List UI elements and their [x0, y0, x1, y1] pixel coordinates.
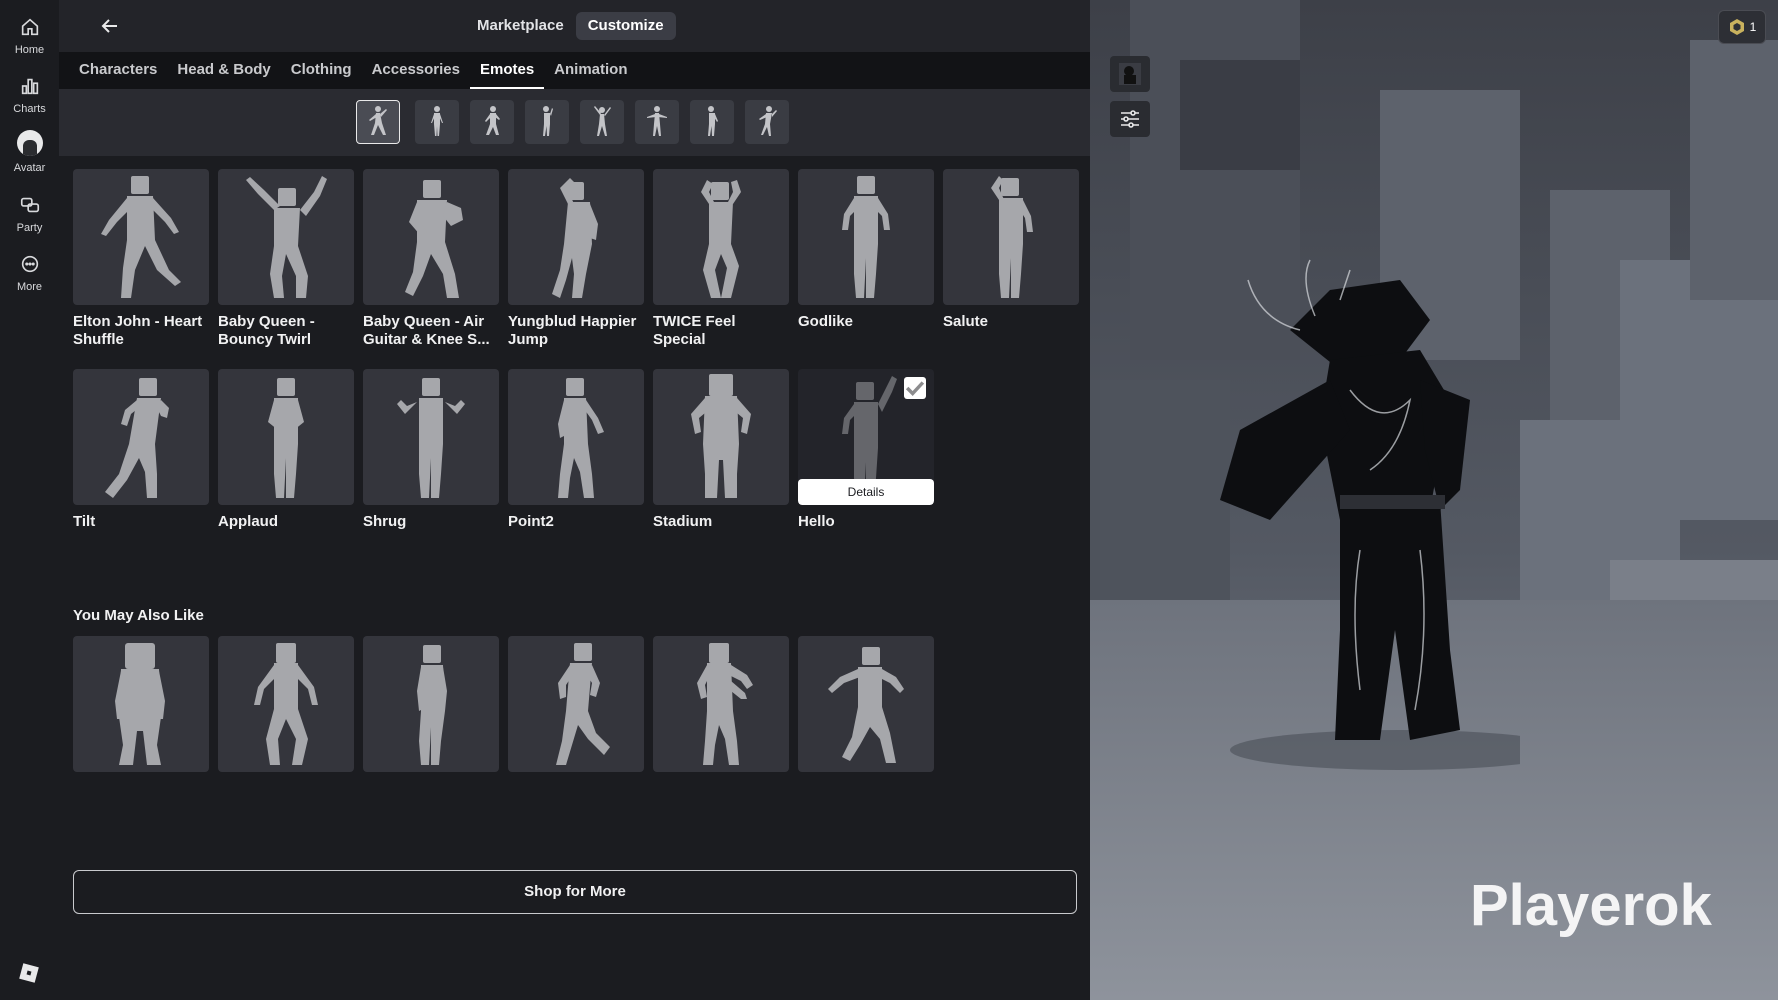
recommended-tile[interactable] [798, 636, 934, 772]
settings-sliders-button[interactable] [1110, 101, 1150, 137]
emote-figure-icon [405, 180, 463, 298]
emote-name: Baby Queen - Bouncy Twirl [218, 313, 315, 348]
recommended-thumbnail [73, 636, 209, 772]
recommended-thumbnail [508, 636, 644, 772]
emote-thumbnail [363, 169, 499, 305]
shop-for-more-button[interactable]: Shop for More [73, 870, 1077, 914]
avatar-preview[interactable]: 1 Playerok [1090, 0, 1778, 1000]
emote-tile[interactable]: Stadium [653, 369, 789, 531]
emote-thumbnail [218, 369, 354, 505]
recommended-tile[interactable] [363, 636, 499, 772]
emotes-content: Elton John - Heart Shuffle Baby Queen - … [0, 0, 1090, 1000]
emote-figure-icon [556, 643, 610, 765]
emote-tile[interactable]: Godlike [798, 169, 934, 331]
emote-name: Stadium [653, 513, 713, 530]
emote-name: Yungblud Happier Jump [508, 313, 637, 348]
emote-name: TWICE Feel Special [653, 313, 736, 348]
emote-tile[interactable]: Point2 [508, 369, 644, 531]
details-button[interactable]: Details [798, 479, 934, 505]
emote-tile[interactable]: Shrug [363, 369, 499, 531]
recommended-thumbnail [798, 636, 934, 772]
emote-thumbnail [653, 169, 789, 305]
emote-figure-icon [246, 176, 327, 298]
robux-balance[interactable]: 1 [1718, 10, 1766, 44]
emote-thumbnail [73, 169, 209, 305]
emote-name: Baby Queen - Air Guitar & Knee S... [363, 313, 490, 348]
emote-figure-icon [701, 180, 741, 298]
emote-thumbnail [363, 369, 499, 505]
emote-tile[interactable]: Elton John - Heart Shuffle [73, 169, 209, 349]
scene-block [1690, 40, 1778, 300]
emote-thumbnail [508, 169, 644, 305]
avatar-thumbnail-button[interactable] [1110, 56, 1150, 92]
emote-name: Salute [943, 313, 989, 330]
sliders-icon [1121, 110, 1139, 128]
emote-tile[interactable]: Salute [943, 169, 1079, 331]
emote-figure-icon [268, 378, 304, 498]
emote-name: Point2 [508, 513, 554, 530]
emote-name: Tilt [73, 513, 96, 530]
recommended-tile[interactable] [218, 636, 354, 772]
emote-figure-icon [842, 176, 890, 298]
emote-name: Shrug [363, 513, 407, 530]
emote-name: Applaud [218, 513, 278, 530]
recommended-tile[interactable] [653, 636, 789, 772]
recommended-tile[interactable] [508, 636, 644, 772]
emote-figure-icon [697, 643, 753, 765]
avatar-editor-app: Home Charts Avatar Party More Marketplac… [0, 0, 1778, 1000]
emote-tile-selected[interactable]: Details Hello [798, 369, 934, 531]
emote-figure-icon [991, 176, 1033, 298]
emote-thumbnail [508, 369, 644, 505]
recommended-thumbnail [363, 636, 499, 772]
emote-name: Hello [798, 513, 835, 530]
emote-figure-icon [101, 176, 181, 298]
emote-thumbnail [798, 169, 934, 305]
recommended-thumbnail [653, 636, 789, 772]
emote-figure-icon [691, 374, 751, 498]
player-name: Playerok [1470, 873, 1712, 938]
emote-figure-icon [115, 643, 165, 765]
emote-name: Godlike [798, 313, 854, 330]
avatar-character[interactable] [1200, 250, 1520, 770]
emote-figure-icon [417, 645, 447, 765]
emote-thumbnail [943, 169, 1079, 305]
recommended-tile[interactable] [73, 636, 209, 772]
emote-figure-icon [552, 178, 598, 298]
emote-thumbnail [653, 369, 789, 505]
emote-tile[interactable]: Baby Queen - Air Guitar & Knee S... [363, 169, 499, 349]
emote-thumbnail [218, 169, 354, 305]
emote-tile[interactable]: Applaud [218, 369, 354, 531]
emote-tile[interactable]: Tilt [73, 369, 209, 531]
recommended-thumbnail [218, 636, 354, 772]
checkmark-icon [905, 381, 925, 396]
emote-tile[interactable]: TWICE Feel Special [653, 169, 789, 349]
emote-tile[interactable]: Baby Queen - Bouncy Twirl [218, 169, 354, 349]
emote-thumbnail [73, 369, 209, 505]
avatar-thumbnail-icon [1119, 63, 1141, 85]
emote-name: Elton John - Heart Shuffle [73, 313, 203, 348]
emote-tile[interactable]: Yungblud Happier Jump [508, 169, 644, 349]
emote-figure-icon [397, 378, 465, 498]
robux-count: 1 [1749, 20, 1757, 34]
selected-checkbox[interactable] [904, 377, 926, 399]
emote-figure-icon [828, 647, 904, 763]
emote-figure-icon [254, 643, 318, 765]
emote-thumbnail: Details [798, 369, 934, 505]
recommendations-title: You May Also Like [73, 607, 204, 624]
emote-figure-icon [105, 378, 169, 498]
scene-block [1180, 60, 1300, 170]
emote-figure-icon [558, 378, 604, 498]
robux-icon [1729, 19, 1744, 35]
